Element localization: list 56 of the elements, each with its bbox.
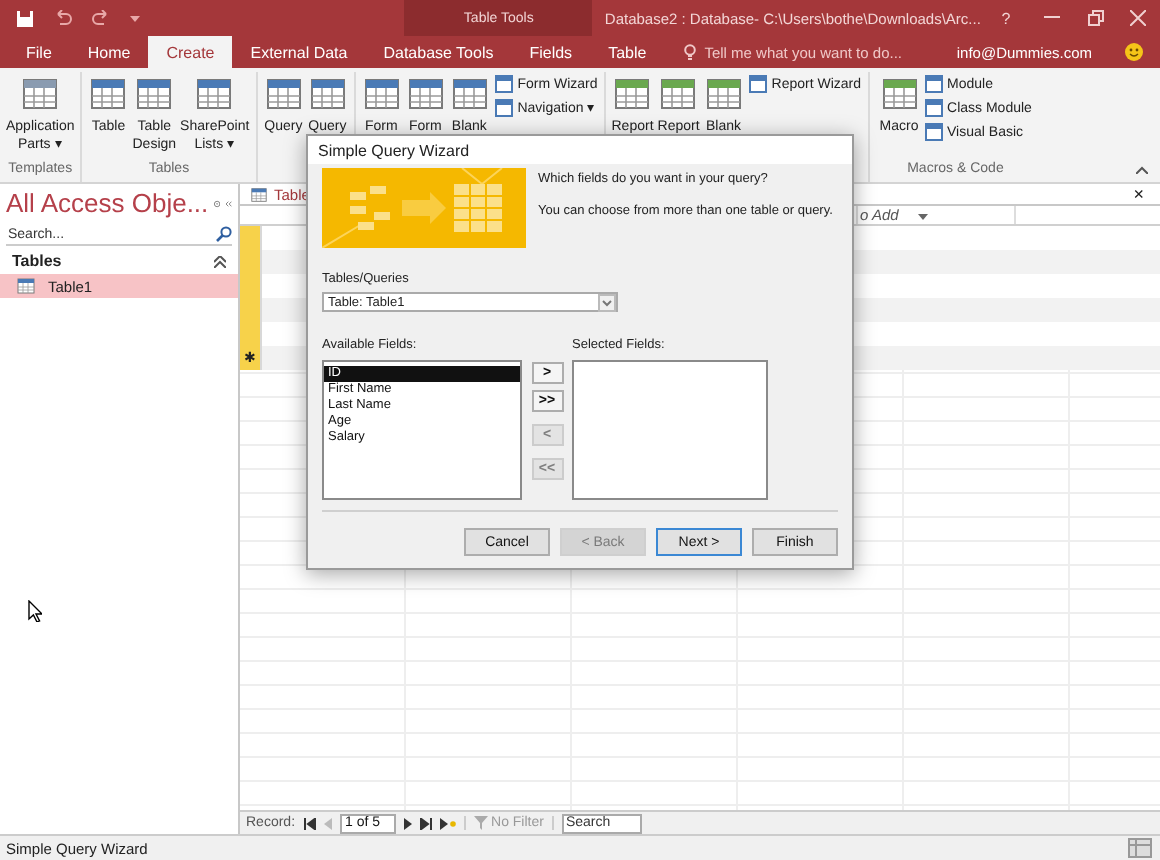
ribbon-tab[interactable]: External Data bbox=[232, 36, 366, 68]
selected-fields-list[interactable] bbox=[572, 360, 768, 500]
grid-icon bbox=[88, 74, 129, 114]
filter-icon bbox=[473, 816, 488, 830]
ribbon-tab[interactable]: Database Tools bbox=[365, 36, 512, 68]
grid-icon bbox=[20, 74, 61, 114]
form-icon bbox=[923, 74, 944, 94]
grid-icon bbox=[703, 74, 744, 114]
grid-icon bbox=[658, 74, 699, 114]
grid-icon bbox=[361, 74, 402, 114]
grid-icon bbox=[405, 74, 446, 114]
next-record-icon[interactable] bbox=[403, 817, 412, 829]
close-icon[interactable] bbox=[1130, 10, 1147, 26]
grid-icon bbox=[449, 74, 490, 114]
ribbon-tab[interactable]: Home bbox=[69, 36, 149, 68]
redo-icon[interactable] bbox=[92, 10, 110, 26]
grid-icon bbox=[134, 74, 175, 114]
ribbon-tab[interactable]: Create bbox=[148, 36, 233, 68]
collapse-pane-icon[interactable] bbox=[226, 197, 232, 209]
dropdown-icon[interactable] bbox=[214, 195, 221, 211]
minimize-icon[interactable] bbox=[1044, 16, 1061, 20]
datasheet-view-icon[interactable] bbox=[1128, 838, 1152, 858]
form-icon bbox=[923, 98, 944, 118]
collapse-icon[interactable] bbox=[214, 255, 226, 267]
form-icon bbox=[923, 122, 944, 142]
dropdown-icon[interactable] bbox=[918, 211, 929, 219]
dialog-title: Simple Query Wizard bbox=[318, 141, 470, 159]
customize-icon[interactable] bbox=[130, 13, 140, 23]
undo-icon[interactable] bbox=[54, 10, 72, 26]
chevron-down-icon[interactable] bbox=[598, 293, 616, 311]
grid-icon bbox=[194, 74, 235, 114]
lightbulb-icon bbox=[684, 44, 697, 60]
grid-icon bbox=[263, 74, 304, 114]
smiley-icon[interactable] bbox=[1124, 42, 1144, 62]
form-icon bbox=[493, 98, 514, 118]
grid-icon bbox=[16, 276, 36, 296]
close-button[interactable]: × bbox=[1133, 184, 1160, 204]
ribbon-tab[interactable]: Fields bbox=[511, 36, 591, 68]
grid-icon bbox=[879, 74, 920, 114]
search-icon[interactable] bbox=[216, 226, 232, 242]
ribbon-tab[interactable]: Table bbox=[590, 36, 665, 68]
mouse-pointer-icon bbox=[28, 600, 42, 622]
collapse-icon[interactable] bbox=[1136, 166, 1148, 174]
form-icon bbox=[747, 74, 768, 94]
last-record-icon[interactable] bbox=[419, 817, 432, 829]
ribbon-tab[interactable]: File bbox=[8, 36, 70, 68]
save-icon[interactable] bbox=[16, 9, 34, 27]
first-record-icon[interactable] bbox=[303, 817, 316, 829]
grid-icon bbox=[307, 74, 348, 114]
grid-icon bbox=[612, 74, 653, 114]
section-header[interactable]: Tables bbox=[12, 252, 62, 270]
new-record-icon[interactable] bbox=[439, 817, 456, 829]
form-icon bbox=[493, 74, 514, 94]
help-button[interactable]: ? bbox=[980, 9, 1031, 27]
nav-pane-title: All Access Obje... bbox=[6, 188, 209, 218]
restore-icon[interactable] bbox=[1087, 10, 1104, 26]
